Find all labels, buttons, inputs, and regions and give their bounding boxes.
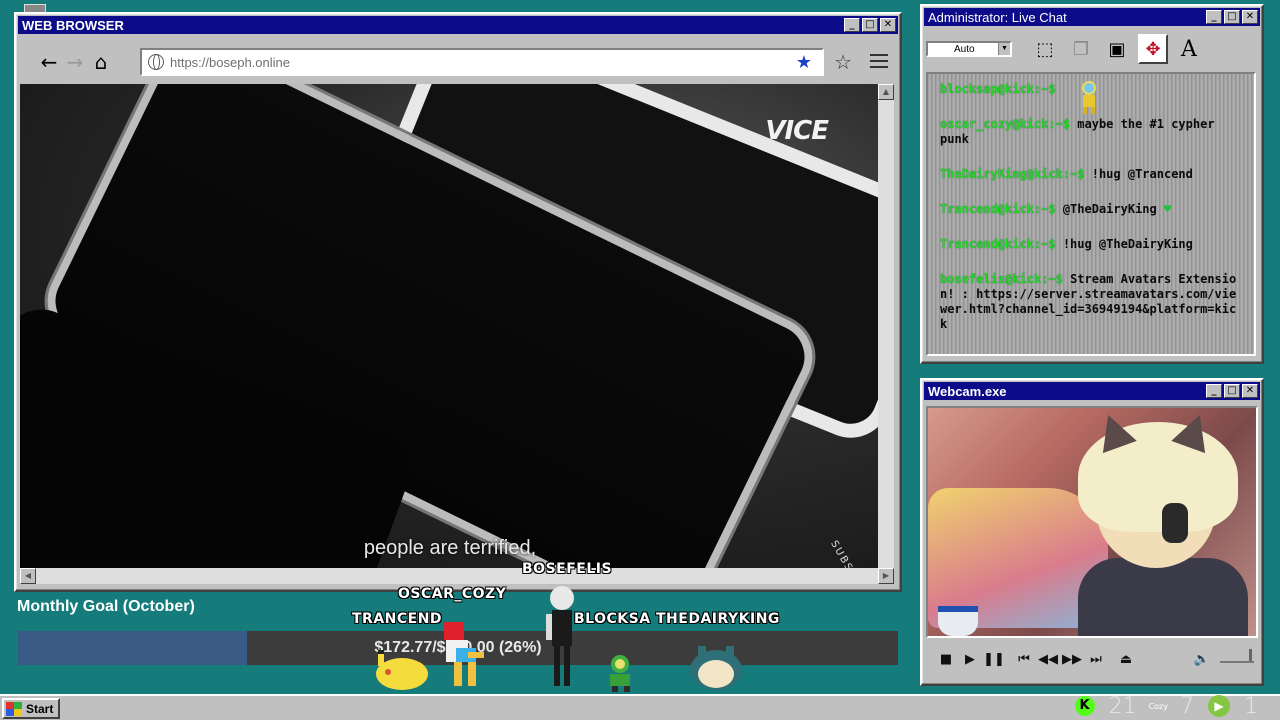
copy-icon[interactable]: ❐ <box>1066 34 1096 64</box>
chat-message: TheDairyKing@kick:~$ !hug @Trancend <box>940 167 1242 182</box>
volume-slider[interactable] <box>1220 649 1254 663</box>
cozy-viewer-count: 7 <box>1180 693 1194 719</box>
avatar-name-trancend: TRANCEND <box>352 611 443 627</box>
volume-icon[interactable]: 🔈 <box>1190 652 1214 667</box>
vice-logo: VICE <box>765 116 829 146</box>
minimize-button[interactable]: _ <box>1206 10 1222 24</box>
font-icon[interactable]: A <box>1174 34 1204 64</box>
font-size-value: Auto <box>954 44 975 55</box>
kick-viewer-count: 21 <box>1108 693 1137 719</box>
webcam-title: Webcam.exe <box>928 383 1007 399</box>
chat-message: oscar_cozy@kick:~$ maybe the #1 cypher p… <box>940 117 1242 147</box>
chat-log[interactable]: blocksap@kick:~$ oscar_cozy@kick:~$ mayb… <box>926 72 1256 356</box>
globe-icon <box>148 54 164 70</box>
scroll-right-icon[interactable]: ▶ <box>878 568 894 584</box>
blocksap-avatar-icon <box>1078 80 1100 116</box>
skip-forward-icon[interactable]: ⏭ <box>1084 652 1108 667</box>
webcam-view <box>926 406 1258 638</box>
paste-icon[interactable]: ▣ <box>1102 34 1132 64</box>
close-button[interactable]: ✕ <box>880 18 896 32</box>
chat-message: Trancend@kick:~$ !hug @TheDairyKing <box>940 237 1242 252</box>
scroll-up-icon[interactable]: ▲ <box>878 84 894 100</box>
avatar-body <box>1078 558 1248 636</box>
browser-window: WEB BROWSER _ □ ✕ ← → ⌂ https://boseph.o… <box>14 12 902 592</box>
stop-icon[interactable]: ■ <box>934 652 958 667</box>
pikachu-sprite[interactable] <box>372 646 434 692</box>
start-label: Start <box>26 701 54 716</box>
bookmark-star-filled-icon[interactable]: ★ <box>796 52 812 73</box>
runner-sprite[interactable] <box>434 618 490 692</box>
avatar-name-bosefelis: BOSEFELIS <box>522 561 613 577</box>
windows-logo-icon <box>6 701 22 716</box>
maximize-button[interactable]: □ <box>862 18 878 32</box>
chat-username[interactable]: TheDairyKing@kick:~$ <box>940 167 1085 181</box>
chat-text: @TheDairyKing <box>1062 202 1157 216</box>
home-icon[interactable]: ⌂ <box>88 49 114 75</box>
chat-title: Administrator: Live Chat <box>928 9 1067 25</box>
chat-text: !hug @Trancend <box>1091 167 1193 181</box>
webcam-window: Webcam.exe _ □ ✕ ■ ▶ ❚❚ ⏮ ◀◀ ▶▶ ⏭ ⏏ 🔈 <box>920 378 1264 686</box>
viewer-tray: K 21 Cozy 7 ▶ 1 <box>1074 693 1266 719</box>
address-bar[interactable]: https://boseph.online ★ <box>140 48 824 76</box>
bosefelis-sprite[interactable] <box>540 584 584 692</box>
chat-toolbar: Auto ▼ ⬚ ❐ ▣ ✥ A <box>926 30 1258 68</box>
start-button[interactable]: Start <box>2 698 60 719</box>
eject-icon[interactable]: ⏏ <box>1114 652 1138 667</box>
heart-icon: ♥ <box>1163 202 1172 216</box>
minimize-button[interactable]: _ <box>1206 384 1222 398</box>
chat-username[interactable]: oscar_cozy@kick:~$ <box>940 117 1070 131</box>
font-size-select[interactable]: Auto ▼ <box>926 41 1012 57</box>
avatar-name-blocksa: BLOCKSA <box>574 611 651 627</box>
close-button[interactable]: ✕ <box>1242 384 1258 398</box>
chat-username[interactable]: Trancend@kick:~$ <box>940 202 1056 216</box>
kick-icon: K <box>1074 696 1095 716</box>
maximize-button[interactable]: □ <box>1224 10 1240 24</box>
back-arrow-icon[interactable]: ← <box>36 49 62 75</box>
horizontal-scrollbar[interactable]: ◀ ▶ <box>20 568 894 584</box>
fast-forward-icon[interactable]: ▶▶ <box>1060 652 1084 667</box>
chat-username[interactable]: Trancend@kick:~$ <box>940 237 1056 251</box>
rumble-viewer-count: 1 <box>1244 693 1258 719</box>
video-viewport[interactable]: VICE people are terrified, SUBSC <box>20 84 880 570</box>
rumble-icon: ▶ <box>1208 695 1230 717</box>
menu-icon[interactable] <box>870 54 888 68</box>
selection-icon[interactable]: ⬚ <box>1030 34 1060 64</box>
scroll-left-icon[interactable]: ◀ <box>20 568 36 584</box>
maximize-button[interactable]: □ <box>1224 384 1240 398</box>
play-icon[interactable]: ▶ <box>958 652 982 667</box>
chat-message: bosefelis@kick:~$ Stream Avatars Extensi… <box>940 272 1242 332</box>
move-icon[interactable]: ✥ <box>1138 34 1168 64</box>
media-controls: ■ ▶ ❚❚ ⏮ ◀◀ ▶▶ ⏭ ⏏ 🔈 <box>928 646 1254 672</box>
cup-image <box>938 606 978 636</box>
webcam-titlebar[interactable]: Webcam.exe _ □ ✕ <box>924 382 1260 400</box>
browser-title: WEB BROWSER <box>22 17 124 33</box>
video-subtitle: people are terrified, <box>363 537 537 559</box>
browser-navbar: ← → ⌂ https://boseph.online ★ ☆ <box>20 44 896 80</box>
avatar-name-oscar-cozy: OSCAR_COZY <box>398 586 507 602</box>
chat-username[interactable]: blocksap@kick:~$ <box>940 82 1056 96</box>
vertical-scrollbar[interactable]: ▲ <box>878 84 894 570</box>
cozy-label: Cozy <box>1148 701 1168 711</box>
favorites-star-icon[interactable]: ☆ <box>834 50 852 74</box>
pause-icon[interactable]: ❚❚ <box>982 652 1006 667</box>
chat-titlebar[interactable]: Administrator: Live Chat _ □ ✕ <box>924 8 1260 26</box>
minimize-button[interactable]: _ <box>844 18 860 32</box>
skip-back-icon[interactable]: ⏮ <box>1012 652 1036 667</box>
forward-arrow-icon[interactable]: → <box>62 49 88 75</box>
address-text: https://boseph.online <box>170 54 290 70</box>
chat-message: Trancend@kick:~$ @TheDairyKing ♥ <box>940 202 1242 217</box>
rewind-icon[interactable]: ◀◀ <box>1036 652 1060 667</box>
chat-username[interactable]: bosefelis@kick:~$ <box>940 272 1063 286</box>
chat-window: Administrator: Live Chat _ □ ✕ Auto ▼ ⬚ … <box>920 4 1264 364</box>
headphone-icon <box>1162 503 1188 543</box>
goal-label: Monthly Goal (October) <box>17 598 195 615</box>
avatar-name-thedairyking: THEDAIRYKING <box>656 611 780 627</box>
chevron-down-icon[interactable]: ▼ <box>998 43 1010 55</box>
browser-titlebar[interactable]: WEB BROWSER _ □ ✕ <box>18 16 898 34</box>
chat-text: !hug @TheDairyKing <box>1062 237 1193 251</box>
snorlax-sprite[interactable] <box>688 640 744 692</box>
blocksap-sprite[interactable] <box>602 654 636 692</box>
close-button[interactable]: ✕ <box>1242 10 1258 24</box>
